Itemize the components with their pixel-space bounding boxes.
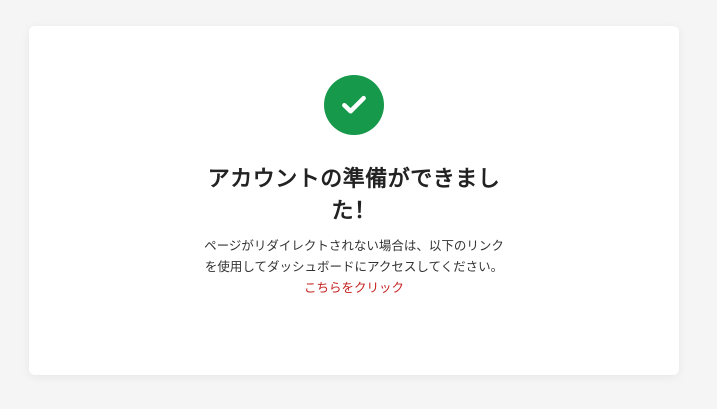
dashboard-link[interactable]: こちらをクリック [304, 280, 404, 295]
success-badge [324, 75, 384, 135]
page: アカウントの準備ができました！ ページがリダイレクトされない場合は、以下のリンク… [0, 0, 717, 409]
success-card: アカウントの準備ができました！ ページがリダイレクトされない場合は、以下のリンク… [29, 26, 679, 375]
redirect-message: ページがリダイレクトされない場合は、以下のリンクを使用してダッシュボードにアクセ… [199, 235, 509, 298]
page-title: アカウントの準備ができました！ [207, 167, 501, 224]
checkmark-circle-icon [342, 95, 366, 114]
redirect-message-text: ページがリダイレクトされない場合は、以下のリンクを使用してダッシュボードにアクセ… [204, 238, 504, 274]
